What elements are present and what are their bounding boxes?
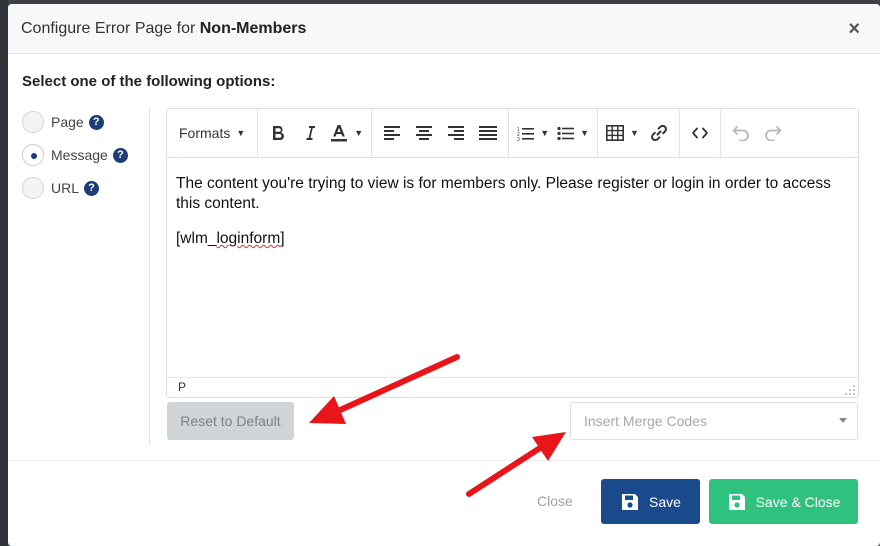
numbered-list-button[interactable]: 123 ▼ bbox=[513, 117, 553, 149]
help-icon[interactable]: ? bbox=[88, 114, 104, 130]
backdrop-left-edge bbox=[0, 0, 8, 546]
link-button[interactable] bbox=[643, 117, 675, 149]
toolbar-group-code bbox=[680, 109, 721, 157]
redo-button[interactable] bbox=[757, 117, 789, 149]
editor-toolbar: Formats ▼ ▼ 1 2 3 ▼ ▼ ▼ bbox=[167, 109, 858, 158]
footer-divider bbox=[8, 460, 880, 461]
link-icon bbox=[651, 124, 667, 142]
formats-label: Formats bbox=[179, 125, 231, 141]
toolbar-group-align bbox=[372, 109, 510, 157]
save-button[interactable]: Save bbox=[601, 479, 700, 524]
table-icon bbox=[606, 125, 625, 141]
configure-error-page-dialog: Configure Error Page for Non-Members × S… bbox=[8, 4, 880, 546]
undo-icon bbox=[732, 126, 749, 141]
option-url[interactable]: URL ? bbox=[22, 176, 128, 200]
close-icon[interactable]: × bbox=[848, 19, 860, 39]
italic-button[interactable] bbox=[294, 117, 326, 149]
text-color-button[interactable]: ▼ bbox=[326, 117, 367, 149]
toolbar-group-text: ▼ bbox=[258, 109, 373, 157]
save-icon bbox=[622, 493, 639, 510]
code-icon bbox=[692, 127, 708, 139]
bullet-list-icon bbox=[557, 126, 575, 140]
toolbar-group-lists: 123 ▼ ▼ bbox=[509, 109, 599, 157]
page-radio[interactable] bbox=[22, 111, 44, 133]
option-radio-group: Page ? Message ? URL ? bbox=[22, 110, 128, 209]
merge-codes-placeholder: Insert Merge Codes bbox=[584, 413, 707, 429]
align-left-button[interactable] bbox=[376, 117, 408, 149]
shortcode-prefix: [wlm_ bbox=[176, 230, 217, 247]
editor-content-area[interactable]: The content you're trying to view is for… bbox=[167, 158, 858, 377]
url-radio[interactable] bbox=[22, 177, 44, 199]
save-label: Save bbox=[649, 493, 681, 510]
text-color-icon bbox=[331, 125, 348, 142]
save-and-close-label: Save & Close bbox=[755, 493, 841, 510]
formats-dropdown[interactable]: Formats ▼ bbox=[171, 117, 253, 149]
rich-text-editor: Formats ▼ ▼ 1 2 3 ▼ ▼ ▼ The content you'… bbox=[166, 108, 859, 398]
close-button[interactable]: Close bbox=[537, 493, 573, 509]
help-icon[interactable]: ? bbox=[112, 147, 128, 163]
chevron-down-icon: ▼ bbox=[580, 128, 590, 138]
message-paragraph: The content you're trying to view is for… bbox=[176, 175, 831, 212]
align-right-icon bbox=[448, 126, 465, 140]
bullet-list-button[interactable]: ▼ bbox=[553, 117, 593, 149]
italic-icon bbox=[306, 126, 316, 140]
table-button[interactable]: ▼ bbox=[602, 117, 643, 149]
save-icon bbox=[728, 493, 745, 510]
bold-icon bbox=[273, 126, 285, 141]
dialog-title: Configure Error Page for Non-Members bbox=[21, 20, 307, 37]
dialog-header: Configure Error Page for Non-Members × bbox=[8, 4, 880, 54]
align-center-icon bbox=[416, 126, 433, 140]
column-divider bbox=[149, 108, 150, 446]
align-left-icon bbox=[384, 126, 401, 140]
align-justify-icon bbox=[479, 126, 498, 140]
chevron-down-icon: ▼ bbox=[540, 128, 550, 138]
source-code-button[interactable] bbox=[684, 117, 716, 149]
shortcode-suffix: ] bbox=[280, 230, 285, 247]
chevron-down-icon bbox=[839, 418, 847, 423]
element-path[interactable]: P bbox=[178, 380, 186, 394]
reset-to-default-button[interactable]: Reset to Default bbox=[167, 402, 294, 440]
misspelled-word: loginform bbox=[216, 230, 281, 247]
page-radio-label: Page bbox=[51, 114, 84, 130]
option-message[interactable]: Message ? bbox=[22, 143, 128, 167]
toolbar-group-formats: Formats ▼ bbox=[167, 109, 259, 157]
shortcode-paragraph: [wlm_loginform] bbox=[176, 229, 849, 249]
align-center-button[interactable] bbox=[408, 117, 440, 149]
save-and-close-button[interactable]: Save & Close bbox=[709, 479, 858, 524]
undo-button[interactable] bbox=[725, 117, 757, 149]
toolbar-group-insert: ▼ bbox=[598, 109, 680, 157]
chevron-down-icon: ▼ bbox=[354, 128, 364, 138]
redo-icon bbox=[765, 126, 782, 141]
message-radio-label: Message bbox=[51, 147, 108, 163]
svg-text:3: 3 bbox=[517, 137, 520, 141]
editor-statusbar: P bbox=[167, 377, 858, 397]
help-icon[interactable]: ? bbox=[84, 180, 100, 196]
toolbar-group-history bbox=[721, 109, 793, 157]
options-heading: Select one of the following options: bbox=[22, 73, 276, 90]
align-justify-button[interactable] bbox=[472, 117, 504, 149]
url-radio-label: URL bbox=[51, 180, 80, 196]
numbered-list-icon: 123 bbox=[517, 127, 535, 141]
align-right-button[interactable] bbox=[440, 117, 472, 149]
resize-handle-icon[interactable] bbox=[845, 385, 855, 395]
option-page[interactable]: Page ? bbox=[22, 110, 128, 134]
chevron-down-icon: ▼ bbox=[236, 128, 246, 138]
insert-merge-codes-select[interactable]: Insert Merge Codes bbox=[570, 402, 858, 440]
chevron-down-icon: ▼ bbox=[630, 128, 639, 138]
bold-button[interactable] bbox=[262, 117, 294, 149]
message-radio[interactable] bbox=[22, 144, 44, 166]
